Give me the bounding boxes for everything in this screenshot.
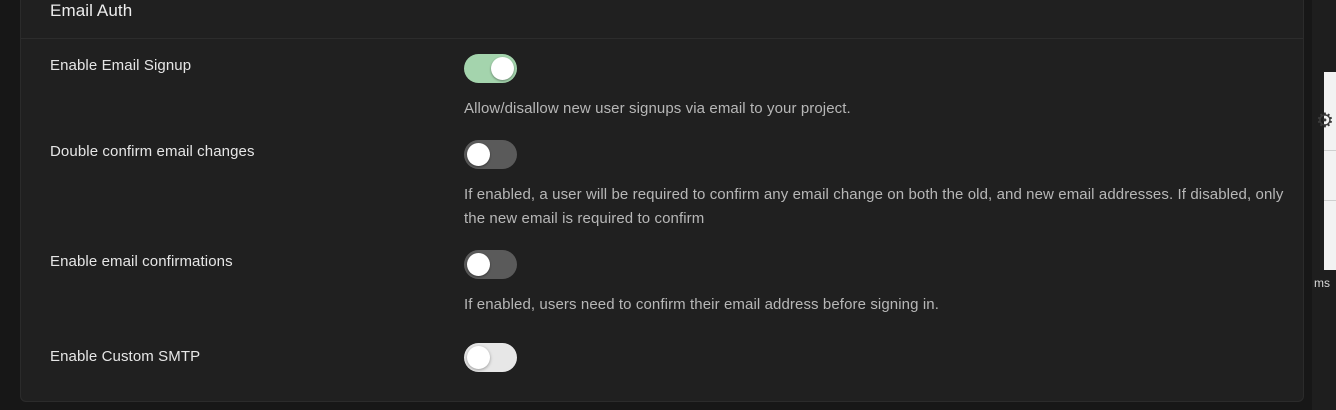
setting-label: Double confirm email changes (50, 143, 255, 160)
setting-label: Enable Email Signup (50, 57, 192, 74)
email-auth-card: Email Auth Enable Email Signup Allow/dis… (20, 0, 1304, 402)
toggle-knob (467, 253, 490, 276)
enable-email-confirmations-toggle[interactable] (464, 250, 517, 279)
section-title: Email Auth (50, 1, 133, 20)
setting-description: If enabled, users need to confirm their … (464, 296, 939, 313)
background-window-strip: ⚙ ms (1312, 0, 1336, 410)
page: ⚙ ms Email Auth Enable Email Signup Allo… (0, 0, 1336, 410)
toggle-knob (467, 346, 490, 369)
enable-custom-smtp-toggle[interactable] (464, 343, 517, 372)
gear-icon[interactable]: ⚙ (1316, 110, 1334, 130)
background-divider (1324, 200, 1336, 201)
setting-label: Enable Custom SMTP (50, 348, 201, 365)
double-confirm-email-changes-toggle[interactable] (464, 140, 517, 169)
background-window-panel (1324, 72, 1336, 270)
setting-description: Allow/disallow new user signups via emai… (464, 100, 851, 117)
background-text-fragment: ms (1314, 276, 1330, 290)
toggle-knob (467, 143, 490, 166)
card-header: Email Auth (21, 0, 1303, 39)
enable-email-signup-toggle[interactable] (464, 54, 517, 83)
background-divider (1324, 150, 1336, 151)
toggle-knob (491, 57, 514, 80)
setting-label: Enable email confirmations (50, 253, 233, 270)
setting-description: If enabled, a user will be required to c… (464, 186, 1284, 227)
